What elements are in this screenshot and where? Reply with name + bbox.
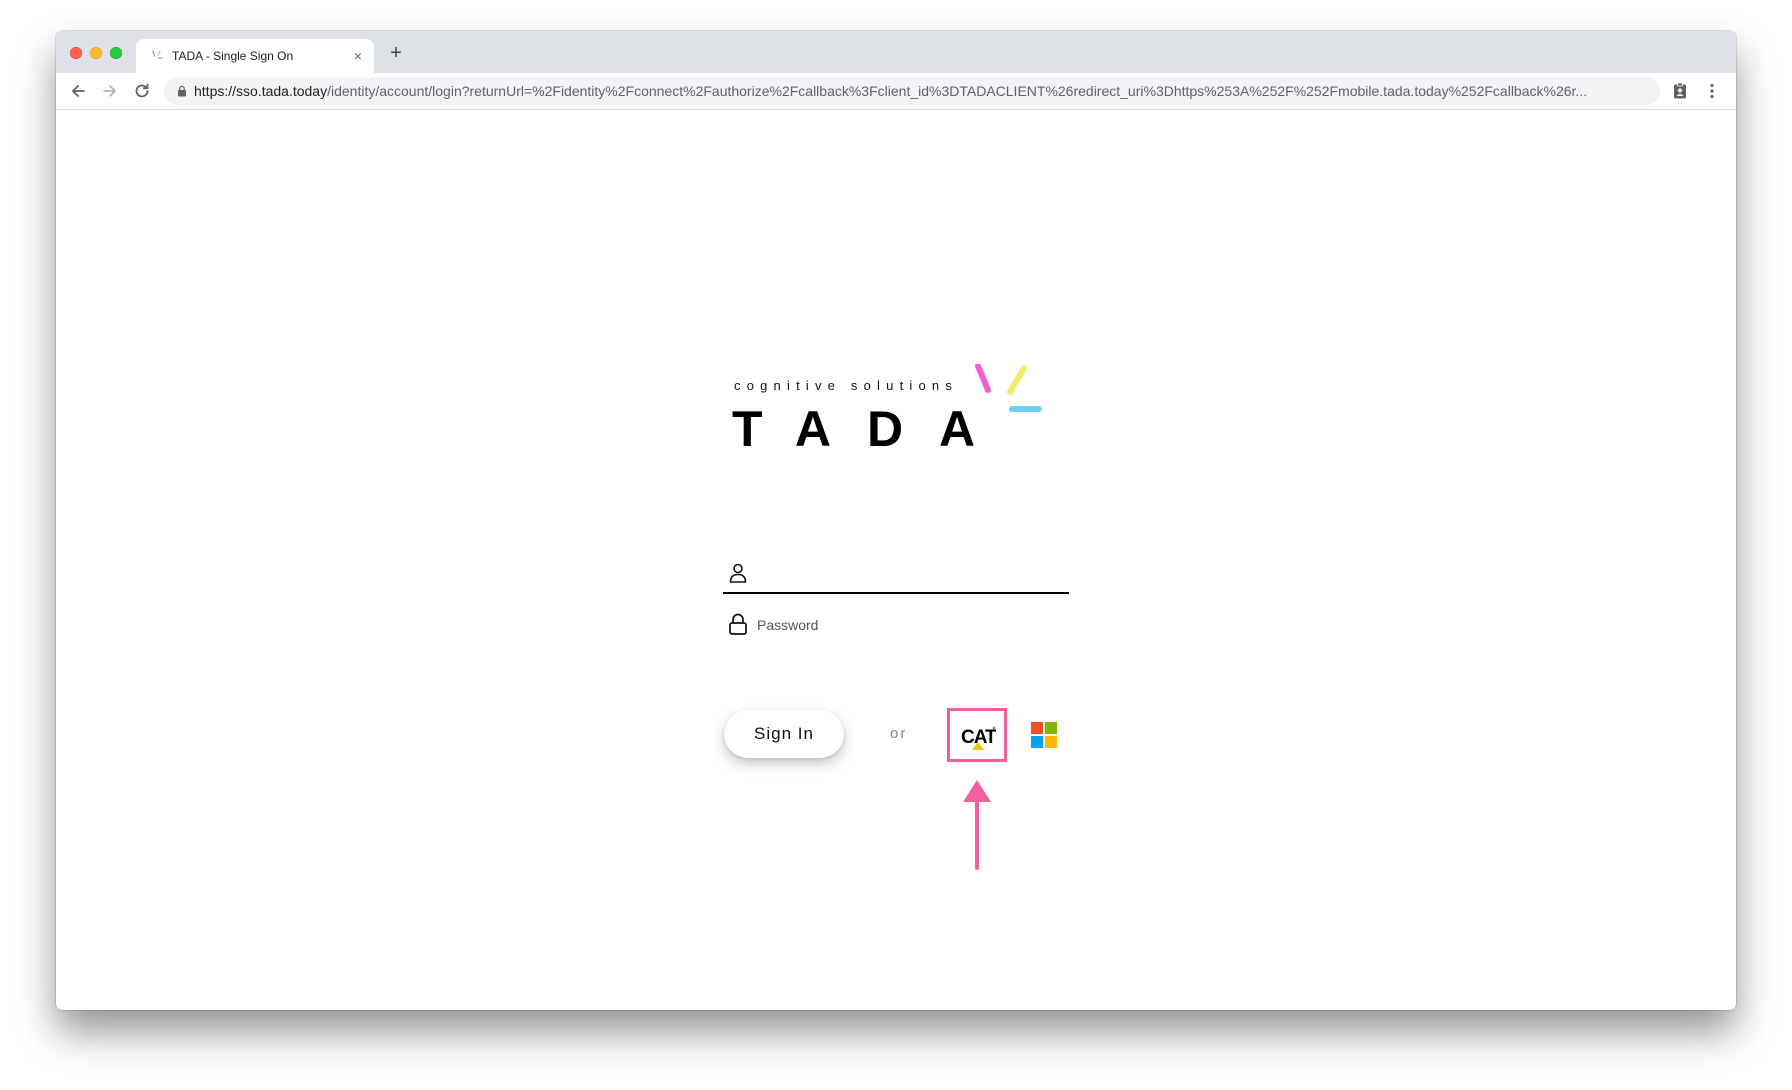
secure-lock-icon — [178, 85, 186, 97]
minimize-window-button[interactable] — [90, 47, 102, 59]
tada-logo: cognitive solutions TADA — [726, 364, 1066, 474]
browser-toolbar: https://sso.tada.today/identity/account/… — [56, 73, 1736, 110]
url-host: https://sso.tada.today — [194, 83, 328, 99]
desktop: TADA - Single Sign On × + https://sso.ta… — [0, 0, 1792, 1090]
logo-burst-icon — [975, 364, 1042, 412]
address-bar[interactable]: https://sso.tada.today/identity/account/… — [164, 77, 1660, 105]
username-field — [723, 554, 1069, 594]
new-tab-button[interactable]: + — [386, 43, 406, 64]
back-arrow-icon[interactable] — [68, 81, 88, 101]
tab-strip: TADA - Single Sign On × + — [56, 31, 1736, 73]
clipboard-badge-icon[interactable] — [1670, 81, 1690, 101]
url-text: https://sso.tada.today/identity/account/… — [194, 83, 1644, 99]
forward-arrow-icon[interactable] — [100, 81, 120, 101]
page-content: cognitive solutions TADA Sign In or CAT — [56, 110, 1736, 1010]
tada-favicon-icon — [152, 50, 163, 59]
tab-close-icon[interactable]: × — [350, 48, 366, 64]
cat-login-button[interactable]: CAT — [947, 708, 1007, 762]
highlight-arrow-icon — [963, 780, 991, 870]
tab-tada-sso[interactable]: TADA - Single Sign On × — [136, 39, 374, 73]
more-vert-icon[interactable] — [1702, 81, 1722, 101]
url-path: /identity/account/login?returnUrl=%2Fide… — [327, 83, 1588, 99]
password-field — [723, 604, 1069, 642]
reload-icon[interactable] — [132, 81, 152, 101]
password-lock-icon — [729, 613, 747, 635]
tab-title: TADA - Single Sign On — [172, 49, 294, 63]
browser-window: TADA - Single Sign On × + https://sso.ta… — [56, 31, 1736, 1010]
user-icon — [729, 563, 747, 583]
microsoft-logo-icon[interactable] — [1031, 722, 1057, 748]
maximize-window-button[interactable] — [110, 47, 122, 59]
cat-logo-icon: CAT — [961, 726, 996, 750]
or-separator: or — [890, 725, 908, 742]
username-input[interactable] — [759, 560, 1063, 588]
close-window-button[interactable] — [70, 47, 82, 59]
sign-in-button[interactable]: Sign In — [724, 710, 844, 758]
password-input[interactable] — [755, 612, 1059, 638]
